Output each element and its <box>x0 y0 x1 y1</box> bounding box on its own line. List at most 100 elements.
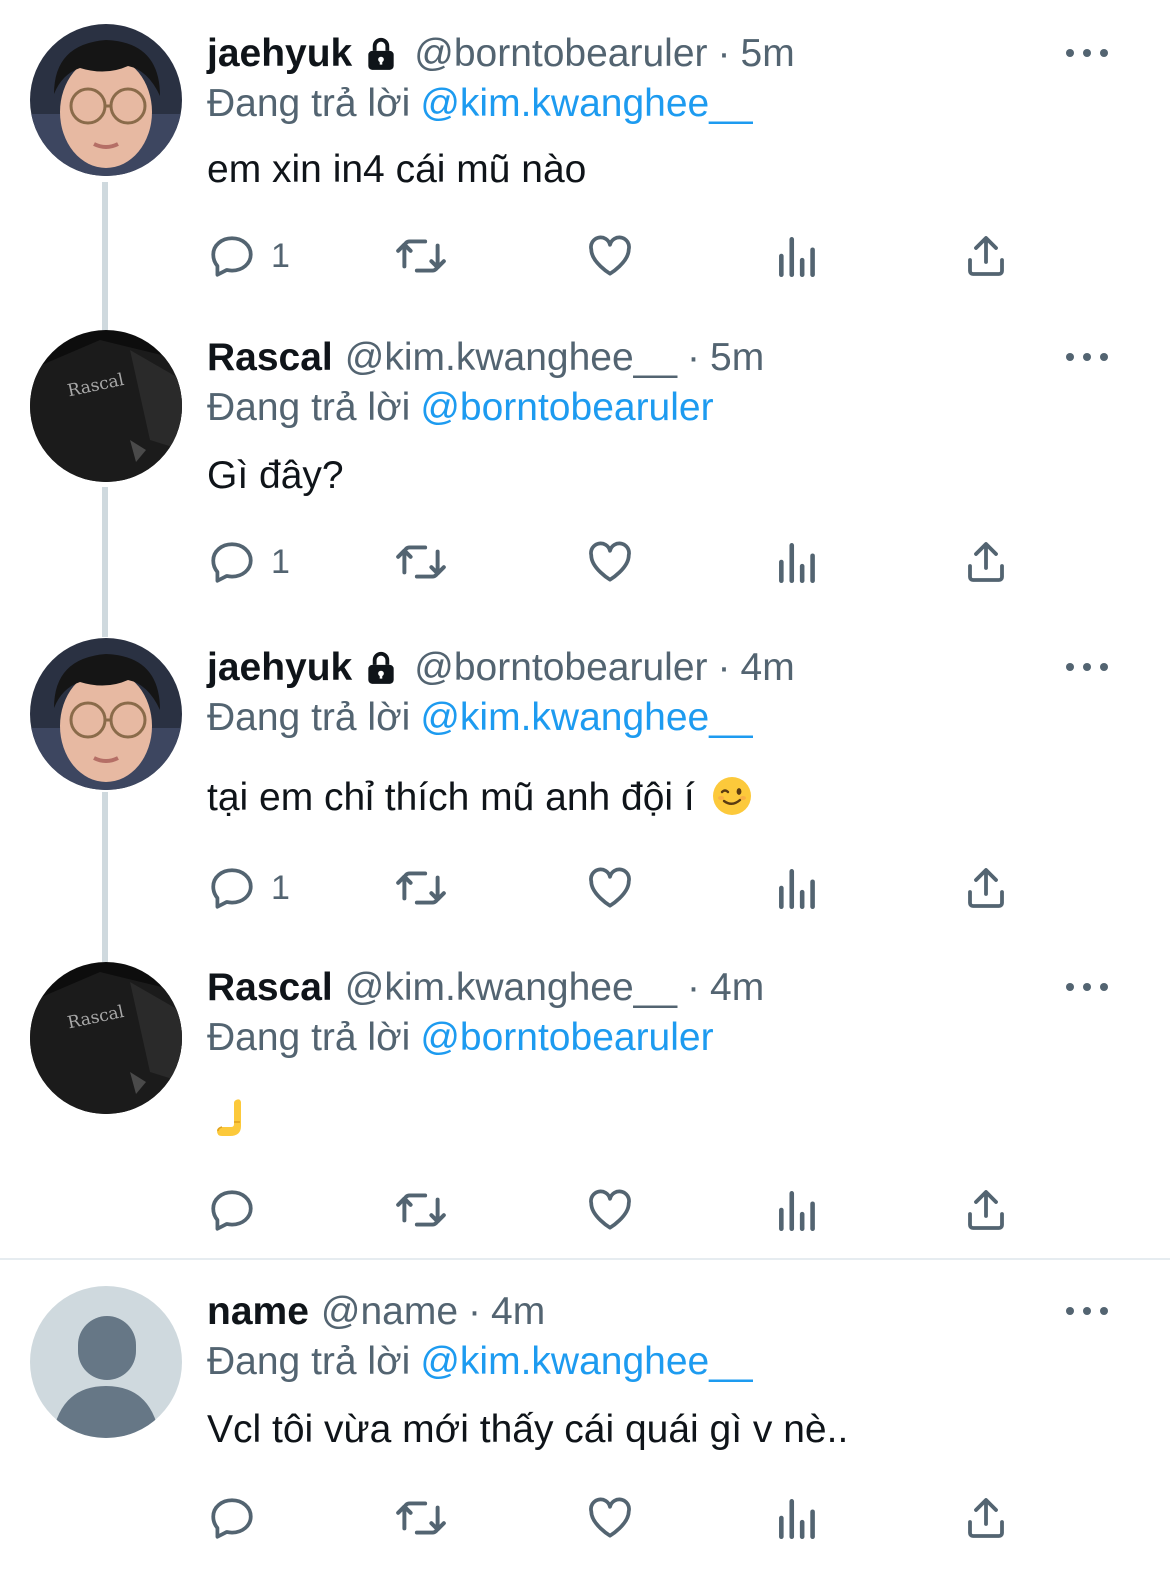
timestamp[interactable]: 4m <box>491 1286 545 1338</box>
separator: · <box>717 32 731 75</box>
mention-link[interactable]: @borntobearuler <box>420 386 713 429</box>
mention-link[interactable]: @kim.kwanghee__ <box>420 1340 752 1383</box>
replying-to-label: Đang trả lời <box>207 1340 411 1383</box>
action-bar: 1 <box>0 532 1170 592</box>
reply-button[interactable] <box>207 1180 271 1240</box>
views-button[interactable] <box>775 1488 821 1548</box>
like-button[interactable] <box>585 858 635 918</box>
views-button[interactable] <box>775 532 821 592</box>
replying-to: Đang trả lời @kim.kwanghee__ <box>207 78 753 130</box>
separator: · <box>687 966 701 1009</box>
tweet[interactable]: Rascal Rascal @kim.kwanghee__ · 4m Đang … <box>0 962 1170 1252</box>
action-bar: 1 <box>0 226 1170 286</box>
action-bar <box>0 1180 1170 1240</box>
like-button[interactable] <box>585 1488 635 1548</box>
retweet-button[interactable] <box>394 226 448 286</box>
avatar[interactable] <box>30 24 182 176</box>
avatar[interactable]: Rascal <box>30 330 182 482</box>
share-button[interactable] <box>962 532 1010 592</box>
more-icon[interactable] <box>1066 40 1108 66</box>
mention-link[interactable]: @kim.kwanghee__ <box>420 82 752 125</box>
tweet-header: jaehyuk @borntobearuler · 4m <box>207 642 795 694</box>
like-icon <box>589 235 631 276</box>
more-icon[interactable] <box>1066 654 1108 680</box>
reply-icon <box>211 1498 253 1539</box>
tweet[interactable]: Rascal Rascal @kim.kwanghee__ · 5m Đang … <box>0 330 1170 612</box>
tweet-text: Vcl tôi vừa mới thấy cái quái gì v nè.. <box>207 1408 849 1451</box>
replying-to: Đang trả lời @kim.kwanghee__ <box>207 1336 753 1388</box>
handle[interactable]: @kim.kwanghee__ <box>345 962 677 1014</box>
share-button[interactable] <box>962 1180 1010 1240</box>
retweet-icon <box>396 1501 446 1535</box>
display-name[interactable]: Rascal <box>207 332 333 384</box>
more-icon[interactable] <box>1066 974 1108 1000</box>
avatar[interactable] <box>30 1286 182 1438</box>
share-button[interactable] <box>962 858 1010 918</box>
tweet-text: Gì đây? <box>207 454 344 497</box>
views-icon <box>779 543 815 584</box>
lock-icon <box>362 35 400 73</box>
reply-count: 1 <box>271 236 290 275</box>
like-button[interactable] <box>585 532 635 592</box>
like-button[interactable] <box>585 226 635 286</box>
tweet-header: Rascal @kim.kwanghee__ · 5m <box>207 332 764 384</box>
share-button[interactable] <box>962 226 1010 286</box>
retweet-button[interactable] <box>394 532 448 592</box>
more-icon[interactable] <box>1066 344 1108 370</box>
display-name[interactable]: jaehyuk <box>207 642 352 694</box>
lock-icon <box>362 649 400 687</box>
share-icon <box>968 1190 1004 1230</box>
tweet[interactable]: jaehyuk @borntobearuler · 4m Đang trả lờ… <box>0 638 1170 942</box>
timestamp[interactable]: 4m <box>741 642 795 694</box>
like-icon <box>589 541 631 582</box>
replying-to-label: Đang trả lời <box>207 82 411 125</box>
replying-to-label: Đang trả lời <box>207 696 411 739</box>
views-icon <box>779 1191 815 1232</box>
more-icon[interactable] <box>1066 1298 1108 1324</box>
tweet[interactable]: name @name · 4m Đang trả lời @kim.kwanghe… <box>0 1286 1170 1586</box>
views-icon <box>779 869 815 910</box>
tweet-header: jaehyuk @borntobearuler · 5m <box>207 28 795 80</box>
views-button[interactable] <box>775 858 821 918</box>
tweet-header: Rascal @kim.kwanghee__ · 4m <box>207 962 764 1014</box>
timestamp[interactable]: 5m <box>741 28 795 80</box>
reply-button[interactable]: 1 <box>207 532 290 592</box>
retweet-button[interactable] <box>394 1180 448 1240</box>
mention-link[interactable]: @borntobearuler <box>420 1016 713 1059</box>
tweet-text-row <box>214 1096 250 1154</box>
display-name[interactable]: jaehyuk <box>207 28 352 80</box>
separator: · <box>687 336 701 379</box>
timestamp[interactable]: 4m <box>710 962 764 1014</box>
reply-icon <box>211 868 253 909</box>
share-button[interactable] <box>962 1488 1010 1548</box>
display-name[interactable]: name <box>207 1286 309 1338</box>
share-icon <box>968 542 1004 582</box>
retweet-button[interactable] <box>394 1488 448 1548</box>
handle[interactable]: @name <box>321 1286 458 1338</box>
handle[interactable]: @borntobearuler <box>414 28 707 80</box>
timestamp[interactable]: 5m <box>710 332 764 384</box>
divider <box>0 1258 1170 1260</box>
pointing-hand-emoji <box>214 1099 250 1149</box>
tweet-text: em xin in4 cái mũ nào <box>207 148 587 191</box>
display-name[interactable]: Rascal <box>207 962 333 1014</box>
retweet-button[interactable] <box>394 858 448 918</box>
reply-icon <box>211 542 253 583</box>
reply-button[interactable]: 1 <box>207 226 290 286</box>
reply-button[interactable]: 1 <box>207 858 290 918</box>
retweet-icon <box>396 239 446 273</box>
tweet[interactable]: jaehyuk @borntobearuler · 5m Đang trả lờ… <box>0 24 1170 308</box>
replying-to-label: Đang trả lời <box>207 386 411 429</box>
views-button[interactable] <box>775 226 821 286</box>
mention-link[interactable]: @kim.kwanghee__ <box>420 696 752 739</box>
views-button[interactable] <box>775 1180 821 1240</box>
like-button[interactable] <box>585 1180 635 1240</box>
handle[interactable]: @borntobearuler <box>414 642 707 694</box>
share-icon <box>968 868 1004 908</box>
avatar[interactable]: Rascal <box>30 962 182 1114</box>
handle[interactable]: @kim.kwanghee__ <box>345 332 677 384</box>
action-bar: 1 <box>0 858 1170 918</box>
reply-button[interactable] <box>207 1488 271 1548</box>
avatar[interactable] <box>30 638 182 790</box>
winking-face-emoji <box>712 776 752 830</box>
